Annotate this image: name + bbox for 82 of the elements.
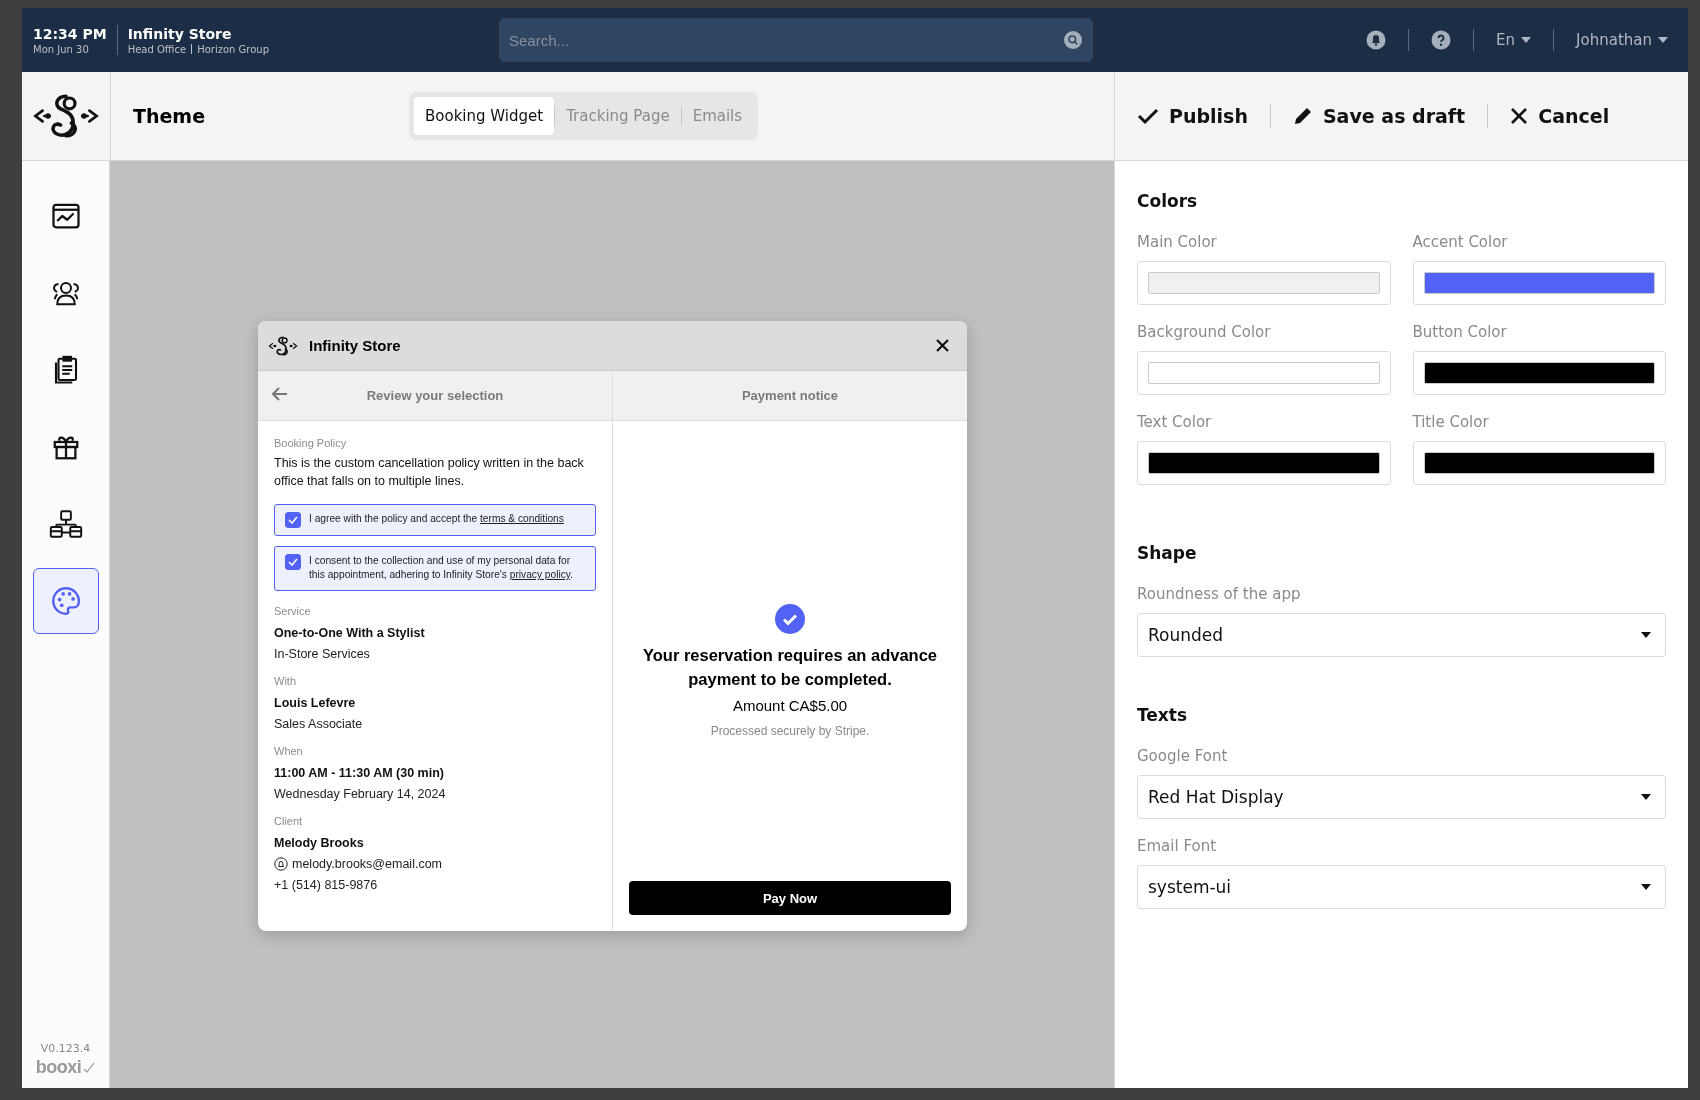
swirl-logo-icon	[267, 333, 299, 358]
checkbox[interactable]	[285, 554, 301, 570]
page-title: Theme	[133, 105, 207, 127]
caret-icon	[1658, 37, 1668, 43]
user-menu[interactable]: Johnathan	[1576, 31, 1668, 49]
location-text: Head Office	[127, 43, 187, 55]
field-label: Text Color	[1137, 413, 1213, 431]
search-field[interactable]: Search...	[499, 18, 1093, 62]
detail-text: Wednesday February 14, 2024	[274, 786, 447, 801]
section-label: Service	[274, 604, 312, 617]
consent-text: I consent to the collection and use of my personal data for this appointment, adhering to Infinity Store's privacy policy.	[309, 554, 574, 583]
section-label: Booking Policy	[274, 437, 348, 449]
payment-message: Your reservation requires an advance payment to be completed.	[641, 645, 939, 690]
field-label: Email Font	[1137, 837, 1218, 855]
field-label: Accent Color	[1412, 233, 1509, 251]
detail-title: One-to-One With a Stylist	[274, 625, 426, 640]
detail-text: +1 (514) 815-9876	[274, 877, 379, 892]
draft-button[interactable]: Save as draft	[1290, 101, 1468, 131]
chart-window-icon	[50, 201, 81, 231]
search-icon	[1063, 30, 1083, 50]
field-label: Title Color	[1412, 413, 1490, 431]
field-label: Roundness of the app	[1137, 585, 1302, 603]
color-field[interactable]	[1412, 441, 1666, 485]
clock-time: 12:34 PM	[33, 25, 107, 42]
color-field[interactable]	[1412, 261, 1666, 305]
check-icon	[1137, 107, 1159, 125]
section-heading: Texts	[1137, 705, 1189, 725]
pencil-icon	[1292, 106, 1313, 126]
check-icon	[83, 1061, 96, 1074]
check-circle-icon	[775, 604, 805, 635]
field-label: Button Color	[1412, 323, 1508, 341]
detail-title: 11:00 AM - 11:30 AM (30 min)	[274, 765, 445, 780]
publish-button[interactable]: Publish	[1135, 101, 1250, 131]
back-button[interactable]	[270, 385, 290, 403]
color-field[interactable]	[1137, 441, 1391, 485]
payment-note: Processed securely by Stripe.	[710, 723, 870, 738]
version-text: V0.123.4	[40, 1042, 91, 1055]
caret-icon	[1641, 794, 1651, 800]
pay-now-button[interactable]: Pay Now	[629, 881, 951, 915]
field-label: Google Font	[1137, 747, 1229, 765]
checkbox[interactable]	[285, 512, 301, 528]
widget-title: Infinity Store	[309, 337, 402, 354]
section-heading: Colors	[1137, 191, 1199, 211]
language-dropdown[interactable]: En	[1496, 31, 1532, 49]
email-text: melody.brooks@email.com	[292, 856, 442, 871]
select-dropdown[interactable]: system-ui	[1137, 865, 1666, 909]
section-heading: Shape	[1137, 543, 1198, 563]
policy-text: This is the custom cancellation policy written in the back office that falls on to multiple lines.	[274, 455, 585, 490]
tab[interactable]: Booking Widget	[414, 97, 555, 135]
consent-text: I agree with the policy and accept the terms & conditions	[309, 512, 564, 526]
section-label: When	[274, 744, 304, 757]
color-field[interactable]	[1137, 351, 1391, 395]
help-icon[interactable]	[1431, 30, 1452, 50]
detail-text: In-Store Services	[274, 646, 371, 661]
detail-title: Louis Lefevre	[274, 695, 357, 710]
bell-icon[interactable]	[1366, 30, 1387, 50]
caret-icon	[1521, 37, 1532, 43]
detail-text: Sales Associate	[274, 716, 364, 731]
store-name: Infinity Store	[127, 25, 233, 42]
date-text: Mon Jun 30	[33, 43, 90, 55]
checkmark-icon	[288, 558, 298, 566]
field-label: Main Color	[1137, 233, 1218, 251]
select-dropdown[interactable]: Red Hat Display	[1137, 775, 1666, 819]
step-title: Review your selection	[366, 388, 504, 403]
detail-title: Melody Brooks	[274, 835, 365, 850]
caret-icon	[1641, 884, 1651, 890]
caret-icon	[1641, 632, 1651, 638]
brand-name: booxi	[35, 1057, 82, 1078]
consent-link[interactable]: terms & conditions	[480, 513, 564, 524]
cancel-button[interactable]: Cancel	[1508, 101, 1612, 131]
color-field[interactable]	[1137, 261, 1391, 305]
checkmark-icon	[288, 516, 298, 524]
section-label: With	[274, 674, 297, 687]
select-dropdown[interactable]: Rounded	[1137, 613, 1666, 657]
close-icon	[1510, 107, 1529, 125]
section-label: Client	[274, 814, 304, 827]
store-network-icon	[48, 509, 83, 539]
field-label: Background Color	[1137, 323, 1272, 341]
step-title: Payment notice	[741, 388, 839, 403]
group-text: Horizon Group	[197, 43, 269, 55]
amount-text: Amount CA$5.00	[732, 696, 848, 714]
color-field[interactable]	[1412, 351, 1666, 395]
